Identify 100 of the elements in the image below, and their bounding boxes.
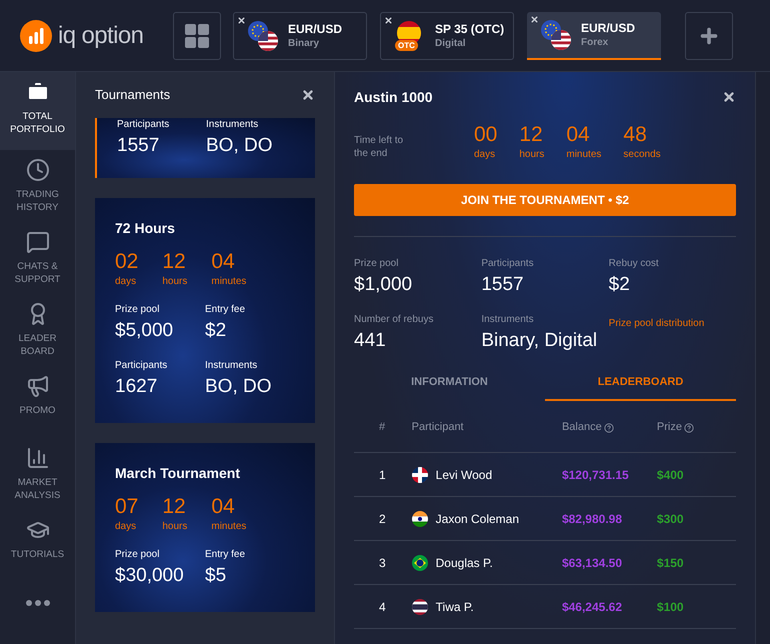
stat-label: Number of rebuys (354, 313, 434, 327)
card-title: March Tournament (115, 464, 241, 483)
asset-pair: EUR/USD (581, 20, 636, 36)
column-header: Participant (412, 420, 464, 436)
countdown-value: 00 (474, 122, 498, 148)
stat-label: Instruments (481, 313, 535, 327)
countdown-value: 12 (162, 494, 187, 520)
us-flag-icon (551, 30, 571, 50)
countdown-value: 07 (115, 494, 138, 520)
countdown-unit: hours (162, 520, 188, 534)
flag-icon (412, 598, 428, 614)
balance-cell-text: $63,134.50 (562, 554, 624, 572)
column-header: Prize (656, 420, 682, 436)
stat-value: $5 (205, 564, 228, 588)
participant-name: Douglas P. (436, 554, 493, 572)
us-flag-icon (258, 30, 278, 50)
chat-icon (26, 230, 50, 254)
flag-icon (412, 554, 428, 570)
stat-value: 1627 (115, 375, 158, 399)
prize-distribution-link[interactable]: Prize pool distribution (608, 317, 736, 355)
stat-label: Participants (117, 118, 170, 132)
otc-badge: OTC (395, 40, 418, 50)
stat-value: $30,000 (115, 564, 185, 588)
stat-value: BO, DO (206, 134, 274, 158)
stat-label: Instruments (205, 359, 258, 373)
countdown-unit: minutes (211, 520, 246, 534)
stat-label: Prize pool (354, 257, 400, 271)
countdown-value: 12 (162, 249, 187, 275)
stat-label: Prize pool (115, 303, 160, 317)
close-icon[interactable] (722, 90, 736, 104)
stat-value: $2 (205, 319, 228, 343)
prize-cell-text: $400 (656, 466, 685, 484)
sidebar-item[interactable]: CHATS & SUPPORT (0, 222, 75, 294)
countdown-value: 04 (211, 494, 236, 520)
flag-icon (412, 466, 428, 482)
countdown-value: 04 (566, 122, 591, 148)
countdown-unit: days (115, 275, 138, 289)
countdown-unit: days (115, 520, 138, 534)
sidebar-item[interactable]: MARKET ANALYSIS (0, 438, 75, 510)
asset-tab[interactable]: EUR/USD Forex (527, 12, 661, 60)
close-icon[interactable] (530, 14, 539, 24)
close-icon[interactable] (301, 88, 315, 102)
tournament-card[interactable]: March Tournament 07 days 12 hours 04 minutes Prize pool $30,000 Entry fee $5 (95, 443, 315, 612)
balance-cell-text: $82,980.98 (562, 510, 624, 528)
prize-cell-text: $150 (656, 554, 685, 572)
time-left-label: Time left to the end (354, 134, 404, 160)
stat-label: Entry fee (205, 548, 246, 562)
asset-tab[interactable]: OTC SP 35 (OTC) Digital (380, 12, 514, 60)
countdown-unit: hours (519, 148, 544, 162)
logo-icon (20, 20, 52, 52)
add-button[interactable] (685, 12, 733, 60)
countdown-value: 48 (623, 122, 648, 148)
more-icon (26, 600, 50, 606)
stat-label: Rebuy cost (608, 257, 660, 271)
countdown-value: 02 (115, 249, 138, 275)
asset-type: Digital (435, 36, 467, 50)
close-icon[interactable] (384, 16, 393, 24)
stat-label: Prize pool (115, 548, 160, 562)
prize-cell-text: $300 (656, 510, 685, 528)
sidebar-item[interactable]: TOTAL PORTFOLIO (0, 72, 75, 150)
grid-button[interactable] (173, 12, 221, 60)
flag-icon (412, 510, 428, 526)
card-title: 72 Hours (115, 219, 176, 238)
prize-cell-text: $100 (656, 598, 685, 616)
panel-title: Tournaments (95, 86, 170, 104)
stat-value: 1557 (117, 134, 160, 158)
balance-cell-text: $46,245.62 (562, 598, 624, 616)
stat-label: Participants (115, 359, 168, 373)
tournament-title: Austin 1000 (354, 88, 433, 106)
asset-pair: EUR/USD (288, 20, 342, 36)
bar-chart-icon (26, 446, 50, 470)
sidebar-item[interactable]: TRADING HISTORY (0, 150, 75, 222)
stat-label: Instruments (206, 118, 260, 132)
rank-cell-text: 4 (378, 598, 387, 616)
countdown-unit: seconds (623, 148, 661, 162)
tournament-card[interactable]: Participants 1557 Instruments BO, DO (95, 118, 315, 178)
countdown-unit: days (474, 148, 496, 162)
detail-tab[interactable]: LEADERBOARD (545, 365, 736, 401)
sidebar-item[interactable]: TUTORIALS (0, 510, 75, 582)
countdown-unit: minutes (211, 275, 246, 289)
stat-value: 441 (354, 329, 387, 353)
countdown-unit: minutes (566, 148, 602, 162)
stat-value: $1,000 (354, 273, 414, 297)
detail-tab[interactable]: INFORMATION (354, 365, 545, 401)
join-tournament-button[interactable]: JOIN THE TOURNAMENT • $2 (354, 184, 736, 216)
stat-label: Participants (481, 257, 535, 271)
asset-tab[interactable]: EUR/USD Binary (233, 12, 367, 60)
column-header: # (379, 420, 386, 436)
countdown-value: 12 (519, 122, 544, 148)
sidebar-item[interactable]: LEADER BOARD (0, 294, 75, 366)
clock-icon (26, 158, 50, 182)
tournament-card[interactable]: 72 Hours 02 days 12 hours 04 minutes Prize pool $5,000 Entry fee $2 Participants 1627 Instruments BO, DO (95, 198, 315, 423)
close-icon[interactable] (237, 16, 246, 24)
asset-type: Forex (581, 36, 610, 50)
megaphone-icon (26, 374, 50, 398)
countdown-value: 04 (211, 249, 236, 275)
asset-pair: SP 35 (OTC) (435, 20, 504, 36)
rank-cell-text: 1 (378, 466, 387, 484)
sidebar-item[interactable]: PROMO (0, 366, 75, 438)
rank-cell-text: 3 (378, 554, 387, 572)
